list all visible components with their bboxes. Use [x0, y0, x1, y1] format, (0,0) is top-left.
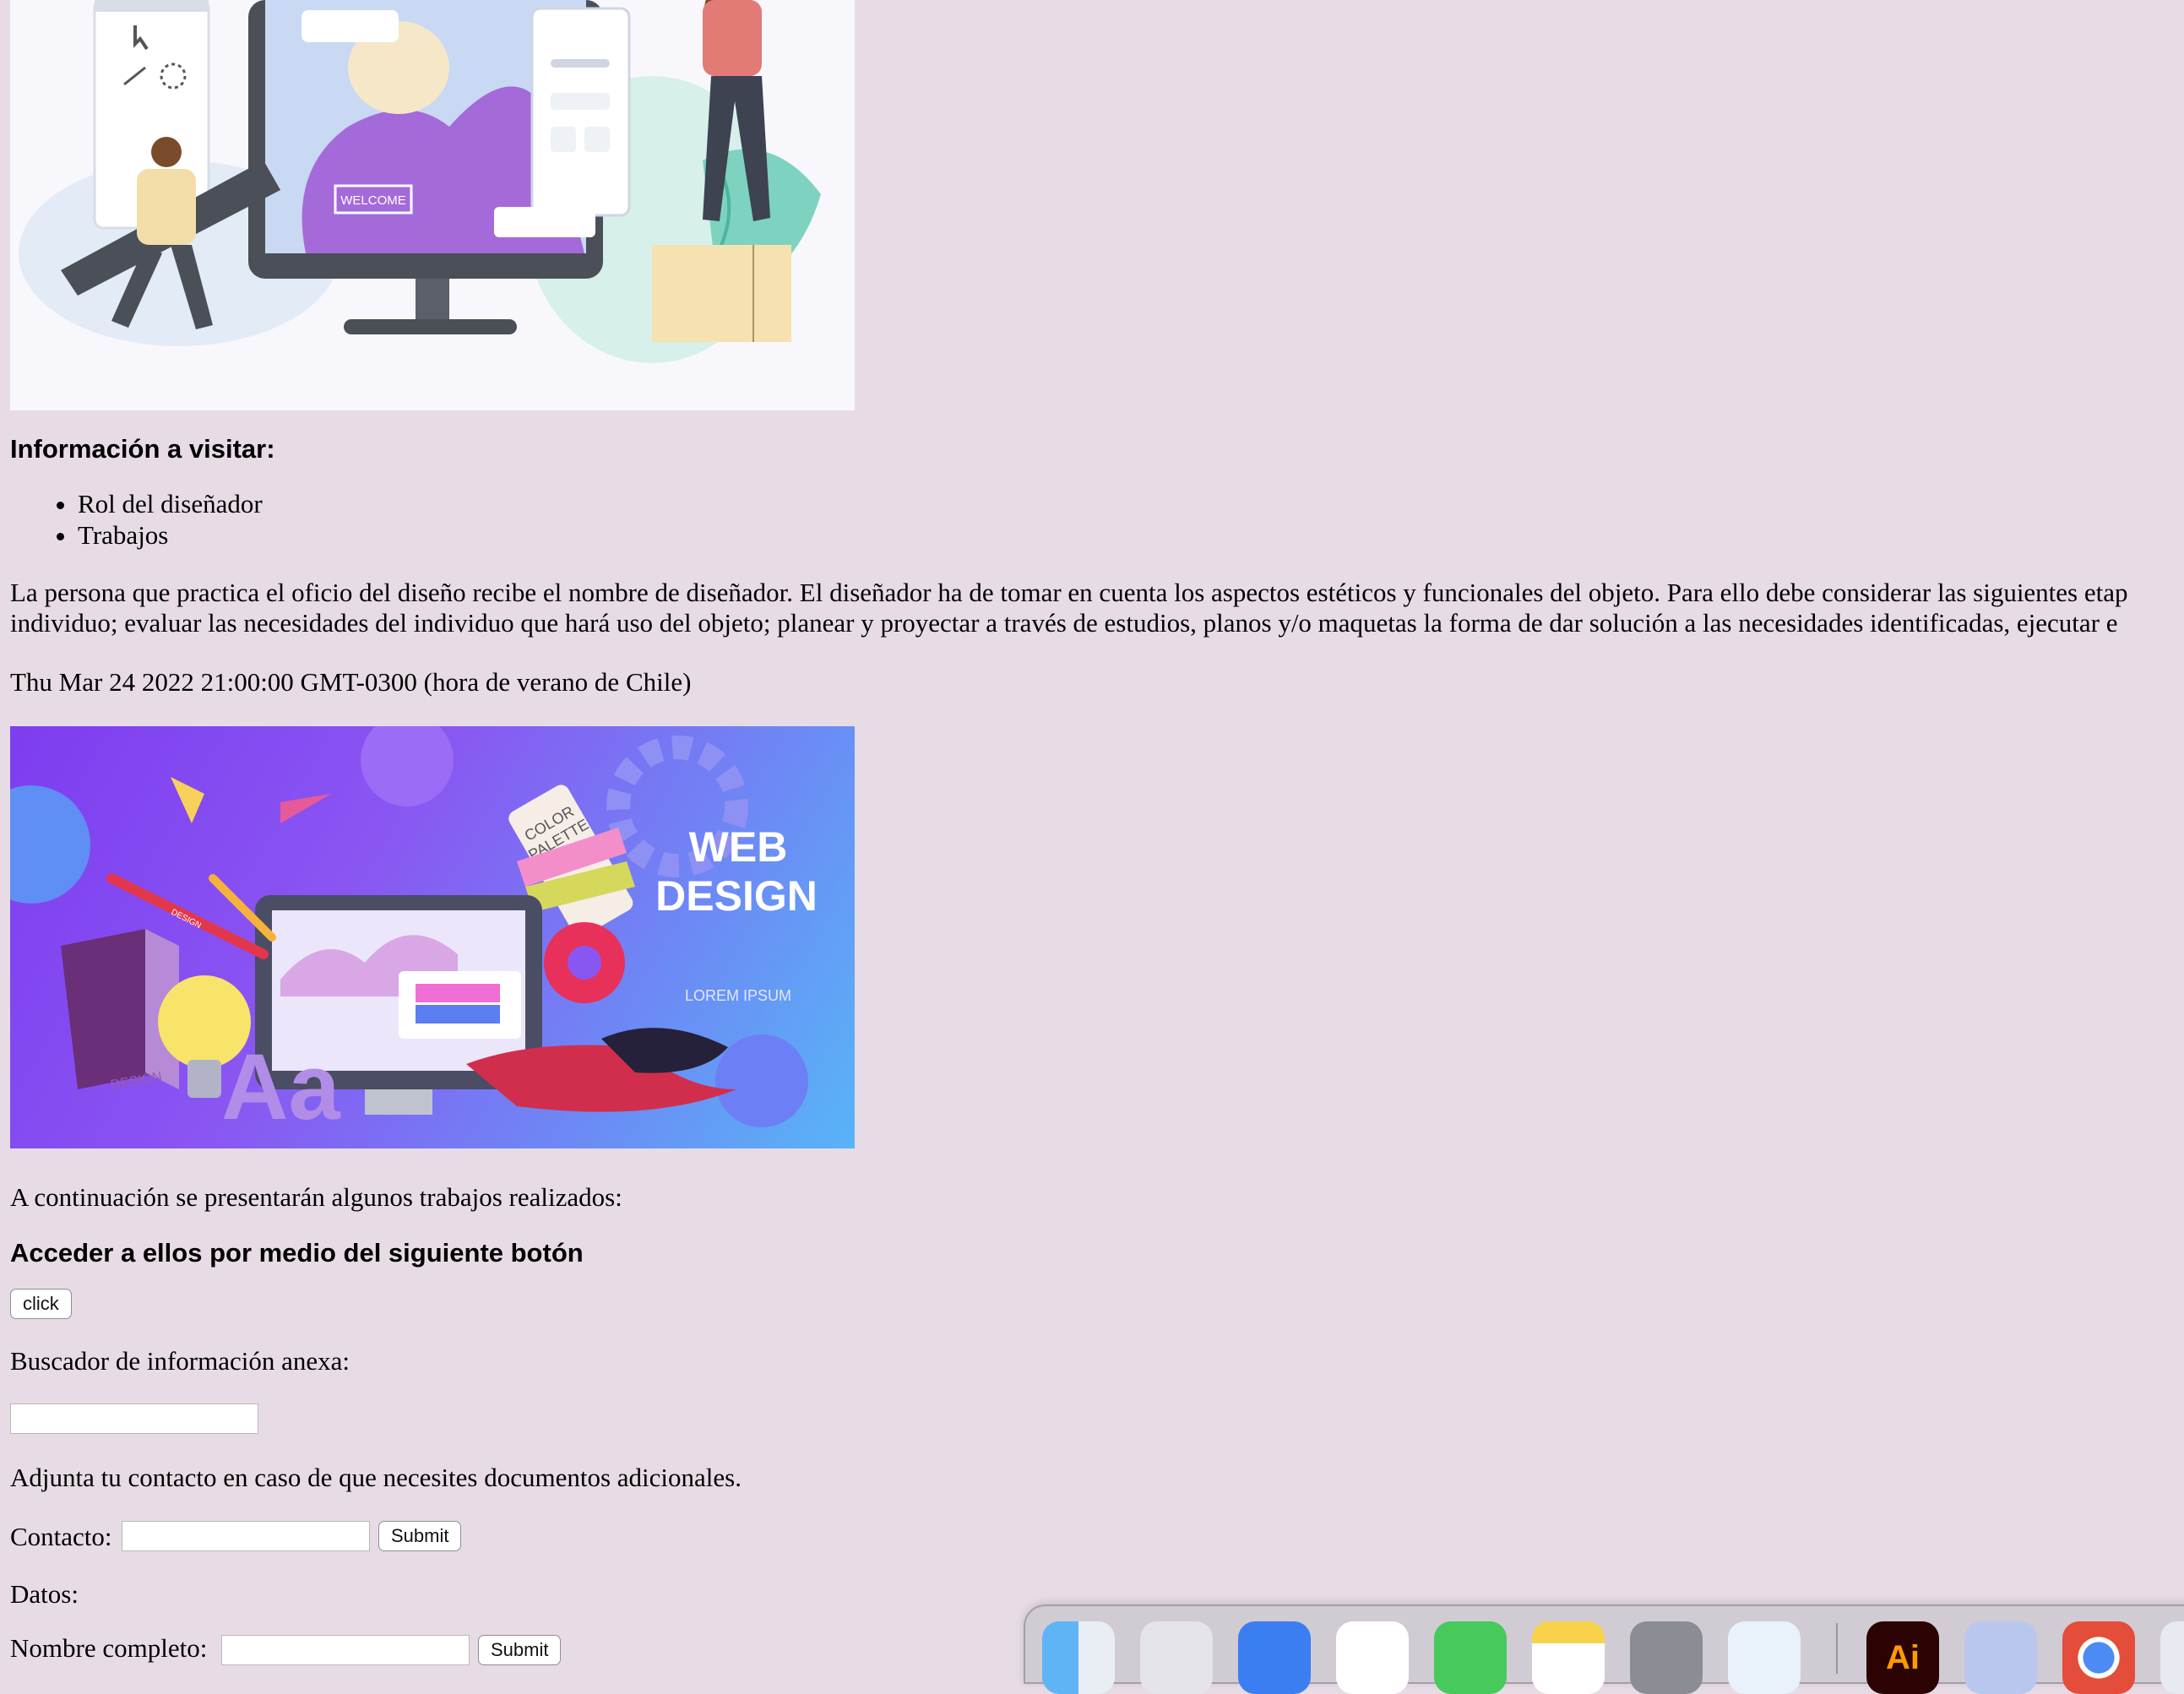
click-button[interactable]: click [10, 1289, 72, 1319]
designer-illustration-graphic: WELCOME [19, 0, 821, 363]
launchpad-icon[interactable] [1140, 1621, 1213, 1694]
access-heading: Acceder a ellos por medio del siguiente … [10, 1238, 584, 1268]
system-settings-icon[interactable] [1630, 1621, 1703, 1694]
paragraph-line-1: La persona que practica el oficio del di… [10, 578, 2128, 607]
facetime-icon[interactable] [1434, 1621, 1507, 1694]
dock-separator [1836, 1623, 1838, 1674]
web-design-graphic: COLOR PALETTE DESIGN DESIGN Aa WEB DESIG… [10, 726, 818, 1139]
info-list: Rol del diseñador Trabajos [10, 488, 263, 551]
illustrator-icon[interactable]: Ai [1866, 1621, 1939, 1694]
list-item-trabajos: Trabajos [78, 519, 263, 551]
letters-aa: Aa [221, 1035, 340, 1139]
contact-intro: Adjunta tu contacto en caso de que neces… [10, 1463, 742, 1492]
info-heading: Información a visitar: [10, 434, 275, 464]
notes-icon[interactable] [1532, 1621, 1605, 1694]
contact-label: Contacto: [10, 1522, 112, 1551]
designer-paragraph: La persona que practica el oficio del di… [10, 578, 2184, 638]
more-icon[interactable] [2160, 1621, 2184, 1694]
safari-icon[interactable] [1728, 1621, 1801, 1694]
contact-submit-button[interactable]: Submit [378, 1521, 462, 1551]
datos-label: Datos: [10, 1579, 79, 1609]
mail-icon[interactable] [1238, 1621, 1311, 1694]
search-label: Buscador de información anexa: [10, 1346, 350, 1376]
banner-title-line-2: DESIGN [655, 872, 818, 920]
search-input[interactable] [10, 1404, 258, 1434]
welcome-tag: WELCOME [340, 193, 406, 208]
web-design-banner: COLOR PALETTE DESIGN DESIGN Aa WEB DESIG… [10, 726, 855, 1148]
works-intro: A continuación se presentarán algunos tr… [10, 1182, 622, 1212]
name-input[interactable] [221, 1635, 470, 1665]
dock: Ai [1024, 1604, 2184, 1694]
chrome-icon[interactable] [2062, 1621, 2135, 1694]
name-label: Nombre completo: [10, 1633, 208, 1663]
contact-input[interactable] [122, 1521, 370, 1551]
date-text: Thu Mar 24 2022 21:00:00 GMT-0300 (hora … [10, 667, 692, 697]
preview-icon[interactable] [1964, 1621, 2037, 1694]
photos-icon[interactable] [1336, 1621, 1409, 1694]
designer-illustration: WELCOME [10, 0, 855, 410]
paragraph-line-2: individuo; evaluar las necesidades del i… [10, 608, 2118, 638]
banner-subtitle: LOREM IPSUM [685, 987, 791, 1004]
finder-icon[interactable] [1042, 1621, 1115, 1694]
banner-title-line-1: WEB [689, 823, 788, 871]
list-item-rol: Rol del diseñador [78, 488, 263, 519]
name-submit-button[interactable]: Submit [478, 1635, 562, 1665]
